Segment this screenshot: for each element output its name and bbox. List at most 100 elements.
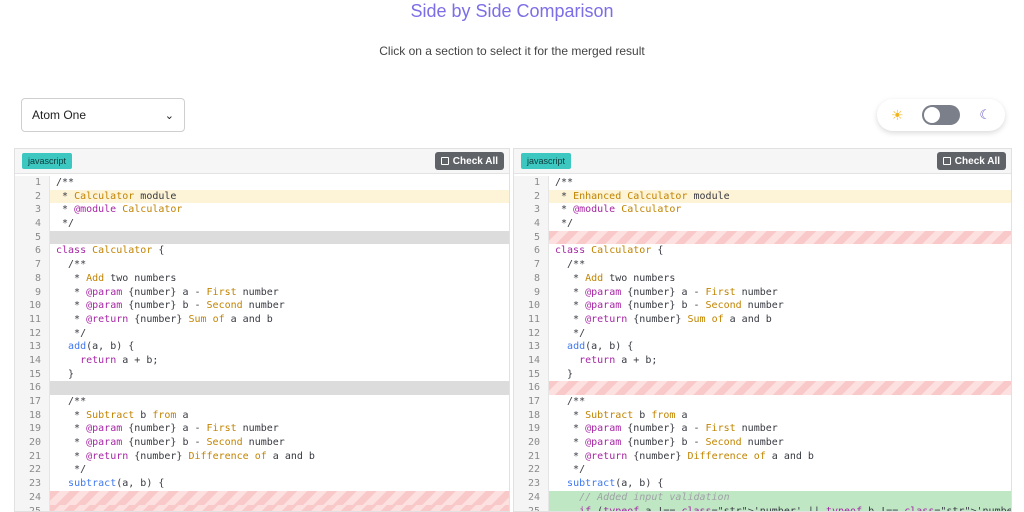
check-all-button[interactable]: Check All [434, 152, 504, 170]
line-number: 15 [15, 367, 50, 382]
code-line[interactable]: 17 /** [514, 395, 1011, 409]
chevron-down-icon: ⌄ [164, 109, 174, 122]
code-line[interactable]: 21 * @return {number} Difference of a an… [15, 449, 509, 464]
line-text: * Subtract b from a [56, 409, 189, 421]
line-number: 2 [15, 189, 50, 204]
theme-toggle[interactable]: ☀ ☾ [877, 99, 1005, 131]
code-line[interactable]: 2 * Calculator module [15, 189, 509, 204]
line-text: /** [555, 396, 586, 407]
line-number: 25 [514, 504, 549, 511]
code-line[interactable]: 16 [514, 381, 1011, 395]
code-line[interactable]: 12 */ [514, 326, 1011, 341]
code-line[interactable]: 20 * @param {number} b - Second number [15, 436, 509, 450]
line-number: 10 [514, 299, 549, 313]
line-text: * @param {number} b - Second number [555, 300, 784, 312]
line-text: return a + b; [80, 354, 159, 366]
right-pane-header: javascript Check All [514, 149, 1011, 174]
line-text: /** [56, 259, 87, 271]
code-line[interactable]: 25 [15, 504, 509, 511]
code-line[interactable]: 8 * Add two numbers [514, 271, 1011, 286]
line-number: 24 [514, 490, 549, 505]
code-line[interactable]: 3 * @module Calculator [15, 203, 509, 218]
code-line[interactable]: 8 * Add two numbers [15, 271, 509, 286]
code-line[interactable]: 1 /** [514, 176, 1011, 190]
check-all-button[interactable]: Check All [936, 152, 1006, 170]
code-line[interactable]: 15 } [15, 367, 509, 382]
line-number: 16 [514, 381, 549, 395]
checkbox-icon [440, 157, 449, 165]
code-line[interactable]: 23 subtract(a, b) { [15, 477, 509, 491]
line-number: 13 [514, 340, 549, 354]
code-line[interactable]: 10 * @param {number} b - Second number [514, 299, 1011, 313]
code-line[interactable]: 23 subtract(a, b) { [514, 477, 1011, 491]
line-text: // Added input validation [549, 490, 1011, 505]
code-line[interactable]: 10 * @param {number} b - Second number [15, 299, 509, 313]
line-text: class Calculator { [555, 245, 664, 257]
line-text: /** [56, 177, 75, 188]
code-line[interactable]: 17 /** [15, 395, 509, 409]
theme-select[interactable]: Atom One ⌄ [21, 98, 185, 132]
theme-switch[interactable] [922, 105, 961, 125]
code-line[interactable]: 24 // Added input validation [514, 490, 1011, 505]
line-number: 12 [15, 326, 50, 341]
code-line[interactable]: 6 class Calculator { [15, 244, 509, 259]
code-line[interactable]: 20 * @param {number} b - Second number [514, 436, 1011, 450]
right-code-view[interactable]: 1/** 2 * Enhanced Calculator module 3 * @m… [514, 176, 1011, 511]
check-all-label: Check All [954, 155, 1000, 167]
code-line[interactable]: 7 /** [514, 258, 1011, 272]
line-text: /** [56, 396, 87, 407]
language-badge: javascript [22, 153, 73, 169]
line-number: 5 [514, 230, 549, 245]
code-line[interactable]: 1 /** [15, 176, 509, 190]
code-line[interactable]: 5 [514, 230, 1011, 245]
code-line[interactable]: 21 * @return {number} Difference of a an… [514, 449, 1011, 464]
line-text [50, 504, 509, 511]
line-number: 15 [514, 367, 549, 382]
checkbox-icon [942, 157, 951, 165]
code-line[interactable]: 7 /** [15, 258, 509, 272]
line-number: 22 [514, 463, 549, 478]
code-line[interactable]: 12 */ [15, 326, 509, 341]
line-number: 20 [15, 436, 50, 450]
line-text: */ [555, 464, 586, 476]
line-number: 7 [514, 258, 549, 272]
code-line[interactable]: 11 * @return {number} Sum of a and b [514, 312, 1011, 327]
code-line[interactable]: 2 * Enhanced Calculator module [514, 189, 1011, 204]
code-line[interactable]: 14 return a + b; [15, 353, 509, 368]
code-line[interactable]: 19 * @param {number} a - First number [514, 422, 1011, 437]
code-line[interactable]: 22 */ [15, 463, 509, 478]
line-number: 18 [514, 408, 549, 423]
code-line[interactable]: 18 * Subtract b from a [514, 408, 1011, 423]
page-subtitle: Click on a section to select it for the … [379, 44, 645, 58]
code-line[interactable]: 5 [15, 230, 509, 245]
line-text: * @param {number} a - First number [56, 286, 279, 298]
code-line[interactable]: 22 */ [514, 463, 1011, 478]
left-code-view[interactable]: 1/** 2 * Calculator module 3 * @module Cal… [15, 176, 509, 511]
code-line[interactable]: 13 add(a, b) { [514, 340, 1011, 354]
code-line[interactable]: 19 * @param {number} a - First number [15, 422, 509, 437]
code-line[interactable]: 25 if (typeof a !== class="str">'number'… [514, 504, 1011, 511]
line-number: 8 [15, 271, 50, 286]
code-line[interactable]: 4 */ [514, 217, 1011, 231]
line-number: 23 [514, 477, 549, 491]
code-line[interactable]: 4 */ [15, 217, 509, 231]
line-number: 23 [15, 477, 50, 491]
code-line[interactable]: 11 * @return {number} Sum of a and b [15, 312, 509, 327]
line-number: 6 [514, 244, 549, 259]
line-number: 11 [514, 312, 549, 327]
code-line[interactable]: 15 } [514, 367, 1011, 382]
code-line[interactable]: 24 [15, 490, 509, 505]
code-line[interactable]: 6 class Calculator { [514, 244, 1011, 259]
theme-select-value: Atom One [32, 108, 87, 122]
code-line[interactable]: 3 * @module Calculator [514, 203, 1011, 218]
code-line[interactable]: 14 return a + b; [514, 353, 1011, 368]
code-line[interactable]: 16 [15, 381, 509, 395]
language-badge: javascript [521, 153, 572, 169]
line-text: * @module Calculator [555, 204, 682, 216]
code-line[interactable]: 9 * @param {number} a - First number [514, 285, 1011, 300]
line-number: 21 [15, 449, 50, 464]
line-number: 25 [15, 504, 50, 511]
code-line[interactable]: 18 * Subtract b from a [15, 408, 509, 423]
code-line[interactable]: 9 * @param {number} a - First number [15, 285, 509, 300]
code-line[interactable]: 13 add(a, b) { [15, 340, 509, 354]
